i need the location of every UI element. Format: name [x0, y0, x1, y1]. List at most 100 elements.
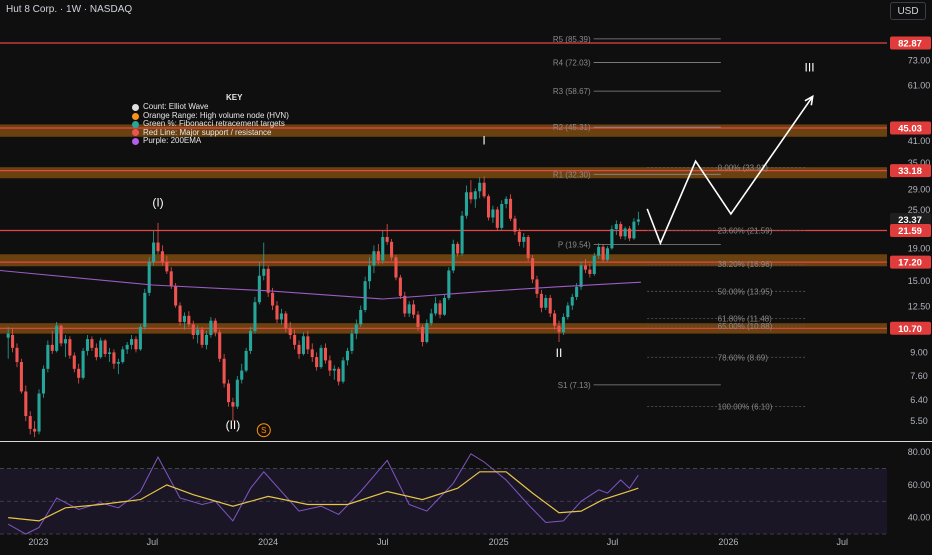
candle-body — [196, 329, 200, 335]
legend-key-label: Purple: 200EMA — [143, 136, 202, 146]
candle-body — [63, 339, 68, 344]
candle-body — [442, 297, 446, 315]
candle-body — [601, 246, 605, 260]
candle-body — [138, 326, 142, 350]
candle-body — [575, 286, 579, 297]
candle-body — [81, 350, 85, 378]
price-tick-label: 29.00 — [908, 184, 931, 194]
rsi-tick-label: 40.00 — [908, 513, 931, 523]
candle-body — [244, 350, 248, 371]
candle-body — [434, 303, 438, 314]
price-tick-label: 9.00 — [910, 347, 928, 357]
candle-body — [451, 243, 455, 271]
candle-body — [425, 323, 429, 342]
date-tick-label: Jul — [837, 537, 849, 547]
candle-body — [632, 221, 636, 239]
wave-label: I — [482, 134, 485, 148]
candle-body — [37, 393, 41, 432]
candle-body — [11, 334, 15, 348]
candle-body — [522, 237, 526, 242]
candle-body — [517, 231, 521, 242]
candle-body — [68, 339, 72, 356]
candle-body — [535, 279, 539, 294]
candle-body — [412, 304, 416, 315]
candle-body — [504, 198, 508, 205]
candle-body — [125, 344, 129, 350]
candle-body — [85, 339, 90, 351]
candle-body — [253, 302, 257, 331]
candle-body — [165, 262, 169, 272]
candle-body — [341, 360, 345, 382]
candle-body — [50, 344, 54, 351]
candle-body — [429, 313, 433, 324]
candle-body — [337, 368, 341, 382]
candle-body — [398, 277, 402, 296]
rsi-tick-label: 60.00 — [908, 480, 931, 490]
candle-body — [182, 315, 186, 322]
candle-body — [218, 332, 222, 359]
candle-body — [354, 324, 358, 334]
candle-body — [464, 192, 469, 216]
legend-dot-icon — [132, 129, 139, 137]
candle-body — [178, 305, 182, 322]
wave-label: (II) — [226, 418, 241, 432]
candle-body — [293, 334, 297, 345]
price-tick-label: 41.00 — [908, 136, 931, 146]
candle-body — [279, 313, 283, 320]
candle-body — [310, 349, 314, 358]
candle-body — [116, 362, 120, 364]
candle-body — [213, 320, 217, 333]
candle-body — [372, 251, 376, 266]
price-tick-label: 73.00 — [908, 56, 931, 66]
legend-dot-icon — [132, 137, 139, 145]
fib-label: 38.20% (16.96) — [718, 260, 773, 269]
wave-label: II — [556, 346, 563, 360]
date-tick-label: Jul — [147, 537, 159, 547]
pivot-label: S1 (7.13) — [558, 381, 591, 390]
candle-body — [19, 362, 23, 392]
candle-body — [187, 315, 191, 325]
date-tick-label: Jul — [377, 537, 389, 547]
legend-dot-icon — [132, 112, 139, 120]
price-tick-label: 19.00 — [908, 243, 931, 253]
candle-body — [460, 215, 464, 254]
price-tag-label: 21.59 — [898, 226, 922, 237]
candle-body — [169, 271, 173, 286]
symbol-title[interactable]: Hut 8 Corp. · 1W · NASDAQ — [6, 4, 132, 15]
date-tick-label: 2024 — [258, 537, 278, 547]
candle-body — [99, 340, 103, 358]
chart-canvas[interactable]: R5 (85.39) R4 (72.03) R3 (58.67) R2 (45.31)… — [0, 0, 932, 550]
candle-body — [394, 257, 398, 278]
currency-button[interactable]: USD — [890, 2, 926, 20]
candle-body — [200, 329, 204, 345]
candle-body — [24, 391, 28, 417]
candle-body — [623, 228, 627, 237]
wave-label: III — [805, 61, 815, 75]
candle-body — [134, 339, 138, 350]
candle-body — [160, 251, 164, 263]
candle-body — [588, 269, 592, 274]
price-tick-label: 7.60 — [910, 371, 928, 381]
candle-body — [359, 310, 363, 325]
candle-body — [222, 358, 226, 384]
pivot-label: R4 (72.03) — [553, 59, 591, 68]
candle-body — [478, 182, 482, 192]
fib-label: 100.00% (6.10) — [718, 403, 773, 412]
candle-body — [557, 325, 561, 333]
candle-body — [103, 340, 107, 354]
candle-body — [107, 352, 112, 354]
legend-dot-icon — [132, 104, 139, 112]
legend-key-title: KEY — [226, 93, 243, 102]
candle-body — [482, 182, 486, 197]
pivot-label: R5 (85.39) — [553, 35, 591, 44]
candle-body — [328, 360, 332, 371]
price-tick-label: 6.40 — [910, 395, 928, 405]
candle-body — [284, 313, 288, 329]
candle-body — [513, 218, 517, 232]
candle-body — [376, 251, 380, 261]
candle-body — [59, 325, 63, 344]
candle-body — [306, 336, 310, 350]
candle-body — [28, 416, 32, 429]
candle-body — [249, 330, 253, 351]
candle-body — [262, 268, 266, 276]
